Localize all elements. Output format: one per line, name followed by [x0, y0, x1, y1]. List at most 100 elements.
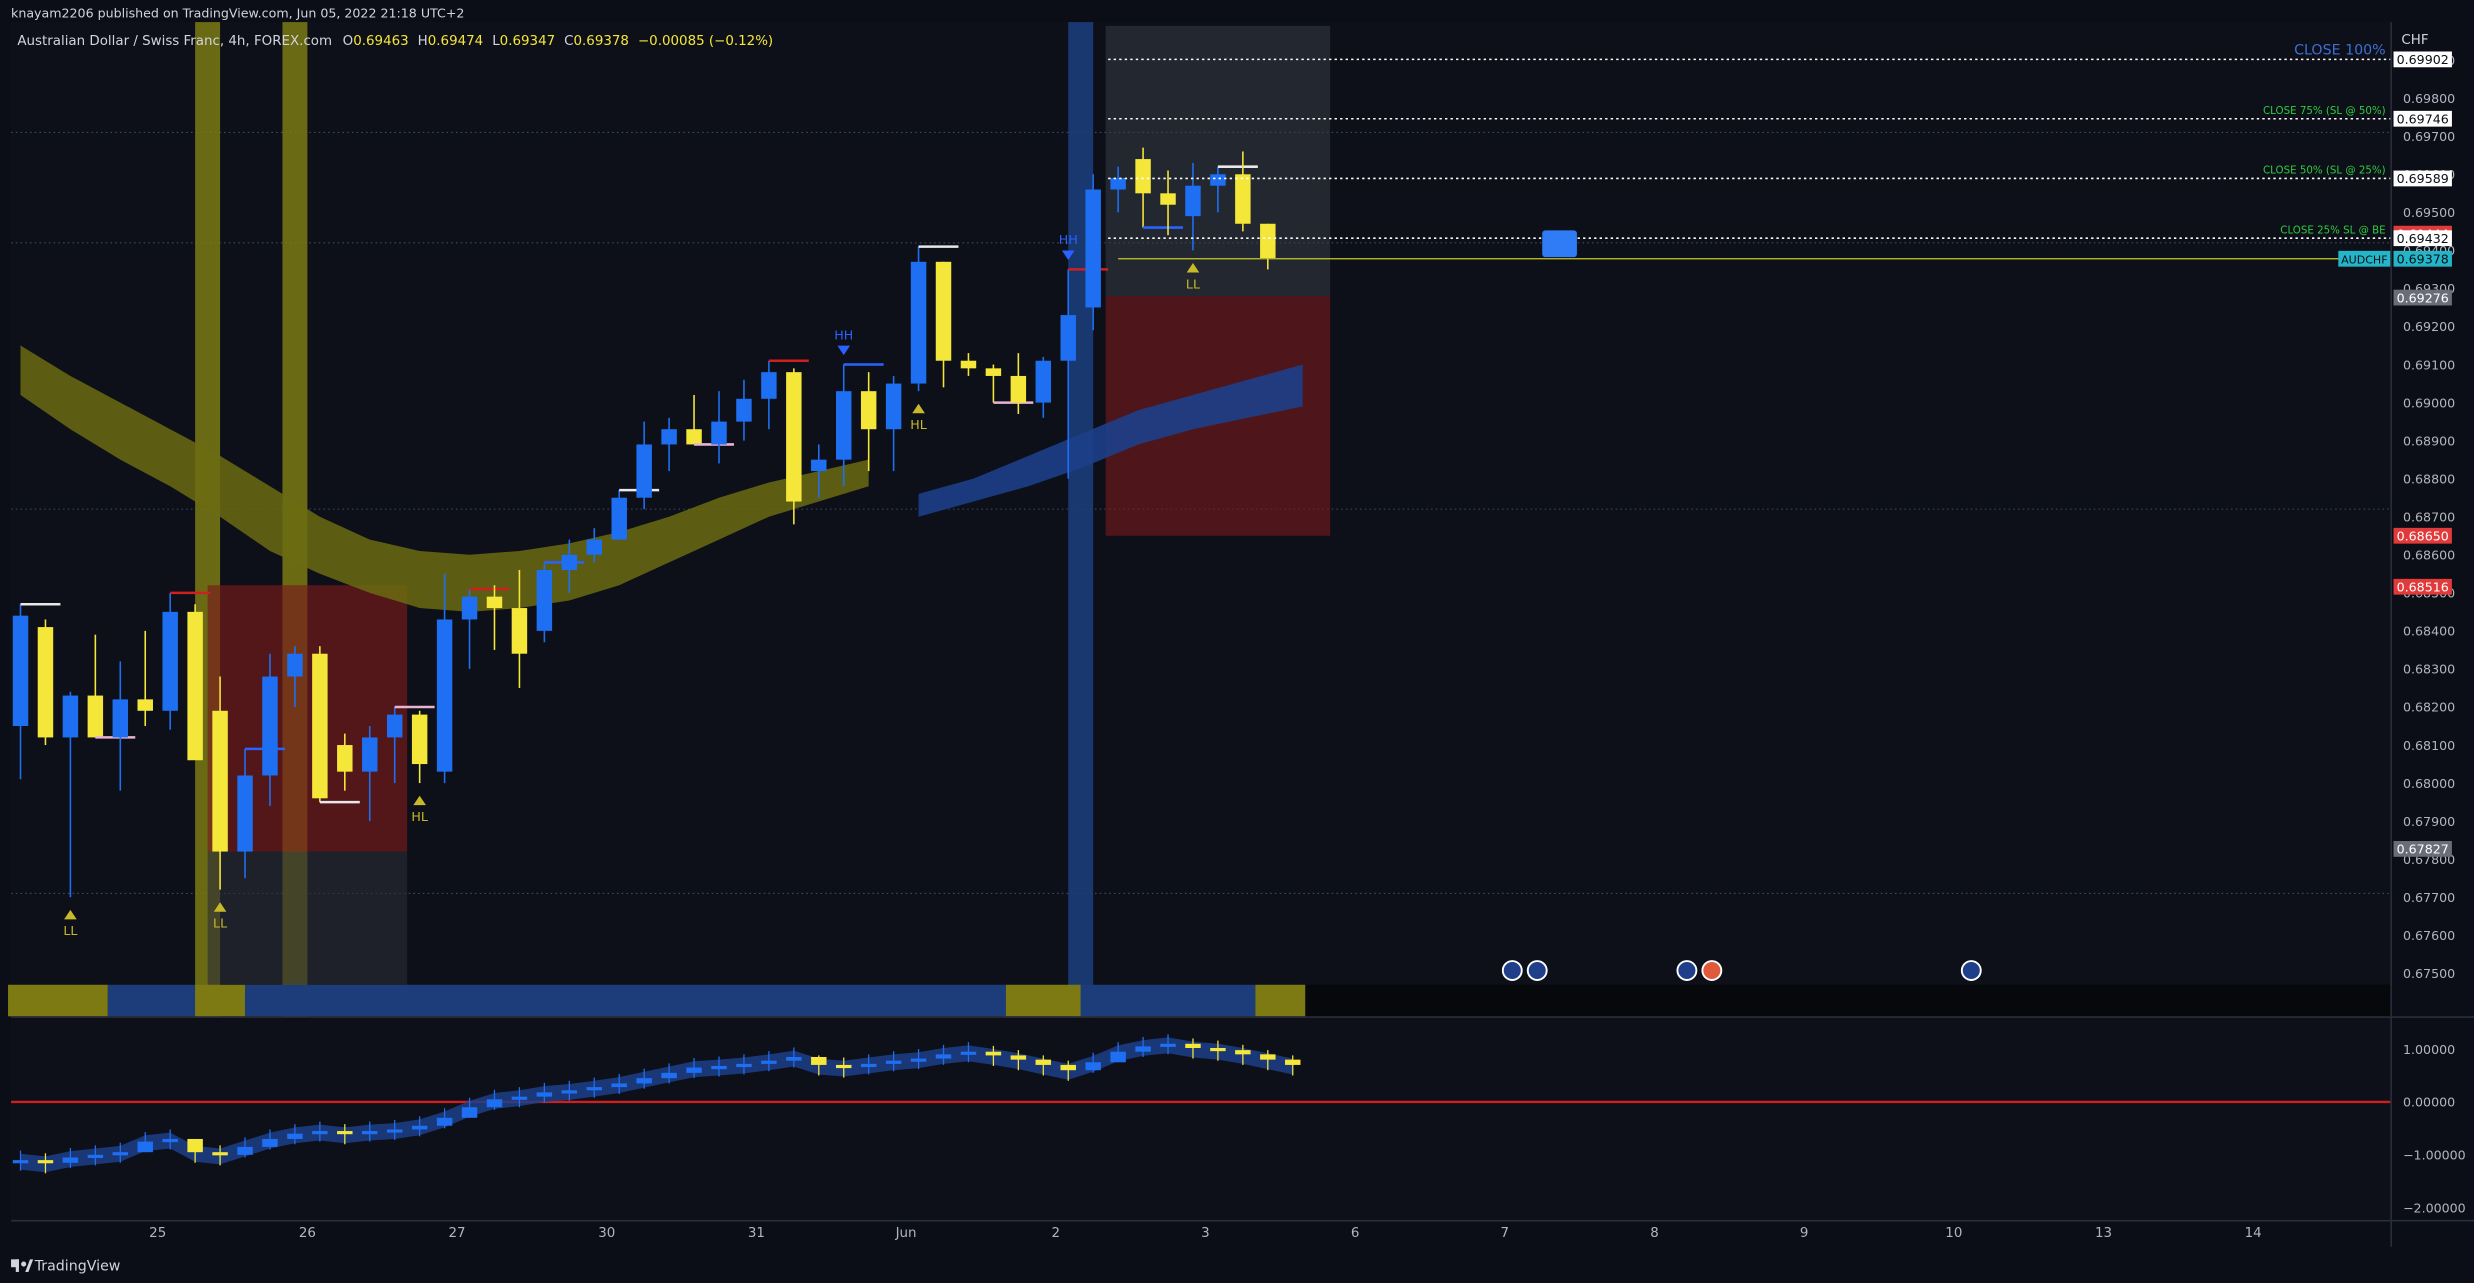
oscillator-bar[interactable]	[1035, 1059, 1052, 1065]
candle-body[interactable]	[736, 398, 752, 422]
candle-body[interactable]	[536, 570, 553, 631]
oscillator-bar[interactable]	[1235, 1050, 1251, 1055]
oscillator-bar[interactable]	[436, 1117, 453, 1126]
oscillator-bar[interactable]	[1010, 1055, 1027, 1060]
candle-body[interactable]	[237, 775, 253, 852]
candle-body[interactable]	[960, 360, 977, 369]
candle-body[interactable]	[761, 372, 777, 399]
economic-event-flag-icon[interactable]	[1526, 960, 1548, 981]
oscillator-bar[interactable]	[586, 1087, 603, 1091]
candle-body[interactable]	[885, 383, 902, 430]
candle-body[interactable]	[337, 745, 353, 772]
oscillator-bar[interactable]	[511, 1096, 528, 1100]
candle-body[interactable]	[112, 699, 129, 738]
candle-body[interactable]	[1010, 375, 1027, 403]
oscillator-bar[interactable]	[162, 1138, 178, 1143]
oscillator-bar[interactable]	[1085, 1062, 1101, 1071]
oscillator-bar[interactable]	[1135, 1046, 1151, 1052]
oscillator-bar[interactable]	[362, 1131, 378, 1135]
candle-body[interactable]	[786, 372, 802, 502]
oscillator-bar[interactable]	[386, 1129, 403, 1133]
oscillator-bar[interactable]	[1160, 1043, 1176, 1047]
oscillator-bar[interactable]	[1185, 1043, 1201, 1048]
oscillator-bar[interactable]	[611, 1083, 627, 1088]
oscillator-bar[interactable]	[486, 1099, 503, 1108]
candle-body[interactable]	[486, 596, 503, 609]
oscillator-bar[interactable]	[985, 1051, 1002, 1056]
candle-body[interactable]	[287, 653, 303, 677]
economic-event-flag-icon[interactable]	[1676, 960, 1698, 981]
candle-body[interactable]	[1235, 174, 1251, 224]
candle-body[interactable]	[461, 596, 478, 620]
economic-event-flag-icon[interactable]	[1701, 960, 1723, 981]
candle-body[interactable]	[1035, 360, 1052, 403]
candle-body[interactable]	[262, 676, 278, 776]
oscillator-bar[interactable]	[636, 1078, 652, 1084]
oscillator-bar[interactable]	[112, 1152, 129, 1156]
oscillator-bar[interactable]	[337, 1131, 353, 1135]
oscillator-bar[interactable]	[411, 1125, 428, 1130]
candle-body[interactable]	[212, 710, 228, 852]
oscillator-bar[interactable]	[910, 1058, 927, 1062]
candle-body[interactable]	[1110, 178, 1126, 190]
candle-body[interactable]	[187, 611, 203, 761]
candle-body[interactable]	[137, 699, 153, 711]
candle-body[interactable]	[835, 391, 852, 460]
candle-body[interactable]	[561, 554, 578, 571]
oscillator-bar[interactable]	[287, 1133, 303, 1139]
oscillator-bar[interactable]	[37, 1160, 54, 1164]
oscillator-bar[interactable]	[561, 1090, 578, 1094]
oscillator-bar[interactable]	[1285, 1059, 1301, 1065]
candle-body[interactable]	[985, 368, 1002, 376]
oscillator-bar[interactable]	[885, 1060, 902, 1064]
oscillator-bar[interactable]	[736, 1063, 752, 1068]
candle-body[interactable]	[1060, 315, 1076, 361]
candle-body[interactable]	[362, 737, 378, 772]
oscillator-bar[interactable]	[461, 1107, 478, 1118]
candle-body[interactable]	[1210, 174, 1226, 186]
position-marker[interactable]	[1542, 230, 1577, 258]
candle-body[interactable]	[1085, 189, 1101, 308]
candle-body[interactable]	[162, 611, 178, 711]
candle-body[interactable]	[386, 714, 403, 738]
economic-event-flag-icon[interactable]	[1501, 960, 1523, 981]
oscillator-bar[interactable]	[835, 1064, 852, 1069]
economic-event-flag-icon[interactable]	[1960, 960, 1982, 981]
oscillator-bar[interactable]	[1110, 1051, 1126, 1063]
oscillator-bar[interactable]	[212, 1152, 228, 1156]
candle-body[interactable]	[37, 627, 54, 738]
candle-body[interactable]	[87, 695, 104, 738]
oscillator-bar[interactable]	[62, 1157, 79, 1163]
oscillator-bar[interactable]	[960, 1051, 977, 1055]
candle-body[interactable]	[711, 421, 727, 445]
oscillator-bar[interactable]	[536, 1092, 553, 1097]
candle-body[interactable]	[62, 695, 79, 738]
candle-body[interactable]	[586, 539, 603, 555]
candle-body[interactable]	[1260, 223, 1276, 258]
oscillator-bar[interactable]	[661, 1072, 677, 1079]
candle-body[interactable]	[860, 391, 877, 430]
oscillator-bar[interactable]	[137, 1141, 153, 1153]
oscillator-bar[interactable]	[262, 1138, 278, 1147]
candle-body[interactable]	[12, 615, 29, 727]
oscillator-bar[interactable]	[1260, 1054, 1276, 1060]
oscillator-bar[interactable]	[786, 1056, 802, 1061]
candle-body[interactable]	[661, 429, 677, 445]
candle-body[interactable]	[312, 653, 328, 799]
oscillator-bar[interactable]	[686, 1067, 702, 1073]
oscillator-bar[interactable]	[761, 1060, 777, 1064]
oscillator-bar[interactable]	[12, 1160, 29, 1164]
oscillator-bar[interactable]	[187, 1138, 203, 1153]
oscillator-bar[interactable]	[860, 1063, 877, 1068]
candle-body[interactable]	[811, 459, 827, 472]
oscillator-bar[interactable]	[1210, 1047, 1226, 1052]
oscillator-bar[interactable]	[312, 1131, 328, 1135]
candle-body[interactable]	[686, 429, 702, 445]
oscillator-bar[interactable]	[237, 1146, 253, 1155]
candle-body[interactable]	[611, 497, 627, 540]
candle-body[interactable]	[636, 444, 652, 498]
oscillator-bar[interactable]	[1060, 1064, 1076, 1071]
oscillator-bar[interactable]	[935, 1054, 952, 1059]
oscillator-bar[interactable]	[87, 1154, 104, 1158]
oscillator-bar[interactable]	[711, 1065, 727, 1070]
